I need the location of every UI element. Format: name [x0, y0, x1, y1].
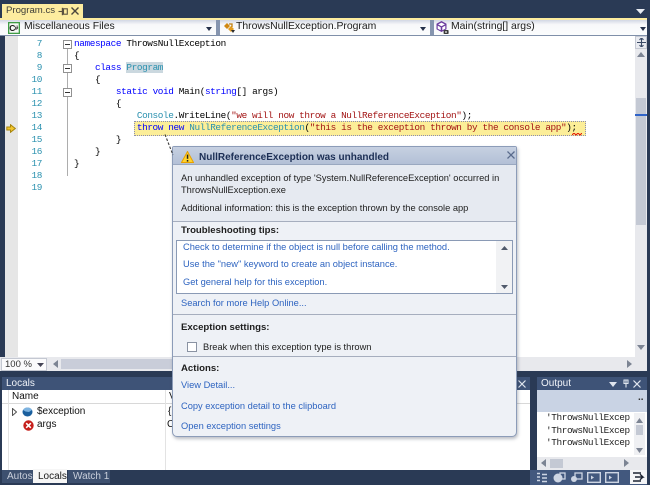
- svg-text:#: #: [15, 25, 19, 32]
